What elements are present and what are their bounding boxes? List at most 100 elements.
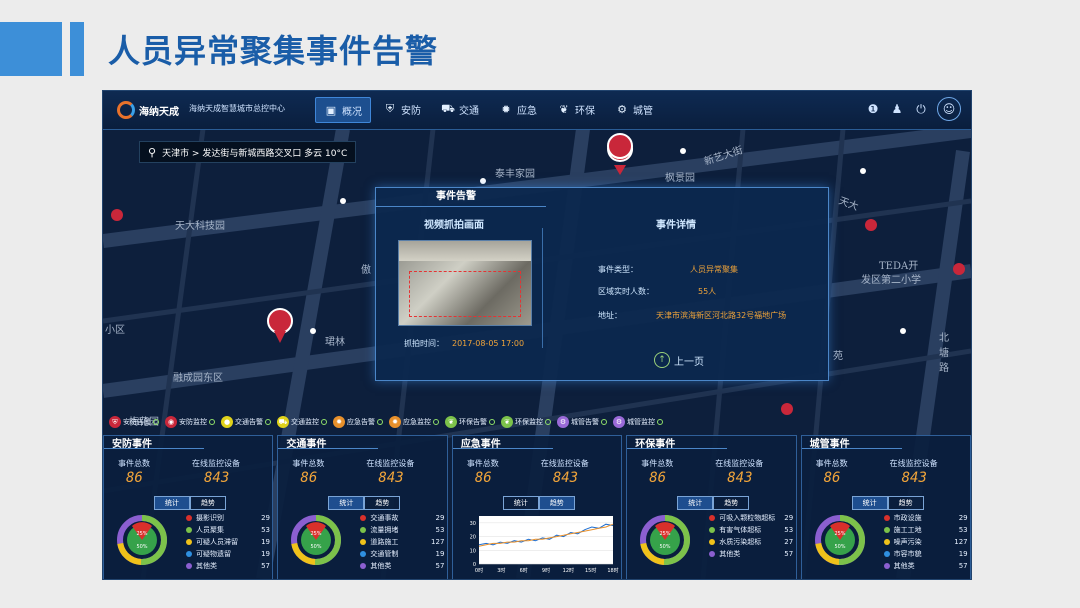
tab-trend[interactable]: 趋势 [538,496,575,510]
y-tick-label: 30 [469,521,475,527]
video-street [399,241,531,261]
legend-city-alarm[interactable]: ⚙ 城管告警 [557,416,607,428]
tab-trend[interactable]: 趋势 [190,496,226,510]
map-label: 珺林 [325,337,345,348]
donut-green-pct: 50% [834,544,845,550]
alert-icon: ✹ [389,416,401,428]
slide-header: 人员异常聚集事件告警 [0,22,1080,76]
account-icon[interactable]: ☺ [937,97,961,121]
event-total-value: 86 [300,470,318,486]
video-snapshot[interactable] [398,240,532,326]
power-icon[interactable]: ⏻ [913,101,929,117]
location-text: 天津市 > 发达街与新城西路交叉口 多云 10°C [162,148,348,159]
tab-stats[interactable]: 统计 [851,496,888,510]
toggle-dot-icon [265,419,271,425]
location-bar: ⚲ 天津市 > 发达街与新城西路交叉口 多云 10°C [139,141,357,163]
event-total-value: 86 [126,470,143,486]
user-icon[interactable]: ♟ [889,101,905,117]
event-total-value: 86 [649,470,667,486]
category-item: 其他类 57 [883,560,968,572]
x-tick-label: 12时 [562,567,573,574]
donut-green-pct: 50% [311,544,322,550]
category-list: 市政设施 29 施工工地 53 噪声污染 127 市容市貌 19 其他类 57 [883,512,968,572]
legend-security-alarm[interactable]: ⛨ 安防告警 [109,416,159,428]
panel-tabs: 统计 趋势 [328,496,401,510]
dot-icon [360,563,367,569]
panel-title-underline [278,448,379,449]
category-item: 可吸入颗粒物超标 29 [709,512,793,524]
prev-page-button[interactable]: ↑ 上一页 [654,352,704,368]
category-item: 摄影识别 29 [186,512,270,524]
logo-text: 海纳天成 [139,106,179,118]
video-title: 视频抓拍画面 [424,220,484,231]
dot-icon [360,551,367,557]
category-item: 交通事故 29 [360,512,444,524]
center-name: 海纳天成智慧城市总控中心 [189,104,285,113]
city-management-event-panel: 城管事件 事件总数 在线监控设备 86 843 统计 趋势 25% 50% 市政… [800,435,971,579]
map-label: 天大科技园 [175,221,225,232]
device-online-value: 843 [727,470,753,486]
nav-overview[interactable]: ▣ 概况 [315,97,371,123]
legend-emergency-alarm[interactable]: ✹ 应急告警 [333,416,383,428]
toggle-dot-icon [601,419,607,425]
toggle-dot-icon [153,419,159,425]
map-legend: ⛨ 安防告警 ◉ 安防监控 ● 交通告警 ⛟ 交通监控 ✹ 应急告警 ✹ 应急监控 ❦ 环保告… [103,413,971,431]
top-bar: 海纳天成 海纳天成智慧城市总控中心 ▣ 概况 ⛨ 安防 ⛟ 交通 ✹ 应急 ❦ 环保 ⚙ 城… [103,91,971,130]
panel-tabs: 统计 趋势 [502,496,575,510]
alert-icon: ✹ [333,416,345,428]
tab-trend[interactable]: 趋势 [364,496,401,510]
nav-security[interactable]: ⛨ 安防 [375,97,429,121]
alert-icon: ✹ [501,102,511,116]
legend-security-monitor[interactable]: ◉ 安防监控 [165,416,215,428]
event-total-value: 86 [474,470,492,486]
category-list: 可吸入颗粒物超标 29 有害气体超标 53 水质污染超标 27 其他类 57 [709,512,793,560]
device-online-value: 843 [378,470,404,486]
nav-traffic[interactable]: ⛟ 交通 [433,97,487,121]
legend-traffic-alarm[interactable]: ● 交通告警 [221,416,271,428]
tab-stats[interactable]: 统计 [328,496,365,510]
category-donut: 25% 50% [814,515,865,565]
legend-emergency-monitor[interactable]: ✹ 应急监控 [389,416,439,428]
leaf-icon: ❦ [445,416,457,428]
map-label: 北塘路 [939,333,949,374]
event-panels: 安防事件 事件总数 在线监控设备 86 843 统计 趋势 25% 50% 摄影… [103,435,971,579]
legend-environment-monitor[interactable]: ❦ 环保监控 [501,416,551,428]
dot-icon [883,539,890,545]
dot-icon [709,551,716,557]
dot-icon [186,563,192,569]
tab-stats[interactable]: 统计 [677,496,714,510]
x-tick-label: 6时 [519,567,527,574]
nav-city-management[interactable]: ⚙ 城管 [607,97,661,121]
gear-icon: ⚙ [557,416,569,428]
dot-icon [709,527,716,533]
x-tick-label: 9时 [542,567,550,574]
nav-environment[interactable]: ❦ 环保 [549,97,603,121]
leaf-icon: ❦ [501,416,513,428]
popup-divider [542,228,543,348]
legend-city-monitor[interactable]: ⚙ 城管监控 [613,416,663,428]
main-nav: ▣ 概况 ⛨ 安防 ⛟ 交通 ✹ 应急 ❦ 环保 ⚙ 城管 [315,97,661,123]
donut-red-pct: 25% [311,531,322,537]
dot-icon [360,527,367,533]
gear-icon: ⚙ [613,416,625,428]
legend-environment-alarm[interactable]: ❦ 环保告警 [445,416,495,428]
panel-title-underline [104,448,204,449]
category-donut: 25% 50% [291,515,342,565]
legend-traffic-monitor[interactable]: ⛟ 交通监控 [277,416,327,428]
device-online-value: 843 [552,470,579,486]
tab-trend[interactable]: 趋势 [887,496,924,510]
tab-stats[interactable]: 统计 [154,496,190,510]
toggle-dot-icon [433,419,439,425]
tab-trend[interactable]: 趋势 [713,496,750,510]
donut-green-pct: 50% [660,544,671,550]
arrow-up-icon: ↑ [654,352,670,368]
notification-icon[interactable]: ❶ [865,101,881,117]
tab-stats[interactable]: 统计 [502,496,539,510]
category-item: 噪声污染 127 [883,536,968,548]
environment-event-panel: 环保事件 事件总数 在线监控设备 86 843 统计 趋势 25% 50% 可吸… [626,435,797,579]
detail-row-count: 区域实时人数： 55人 [598,287,717,296]
map-label: 傲 [361,265,371,276]
device-online-label: 在线监控设备 [715,459,764,468]
toggle-dot-icon [657,419,663,425]
nav-emergency[interactable]: ✹ 应急 [491,97,545,121]
